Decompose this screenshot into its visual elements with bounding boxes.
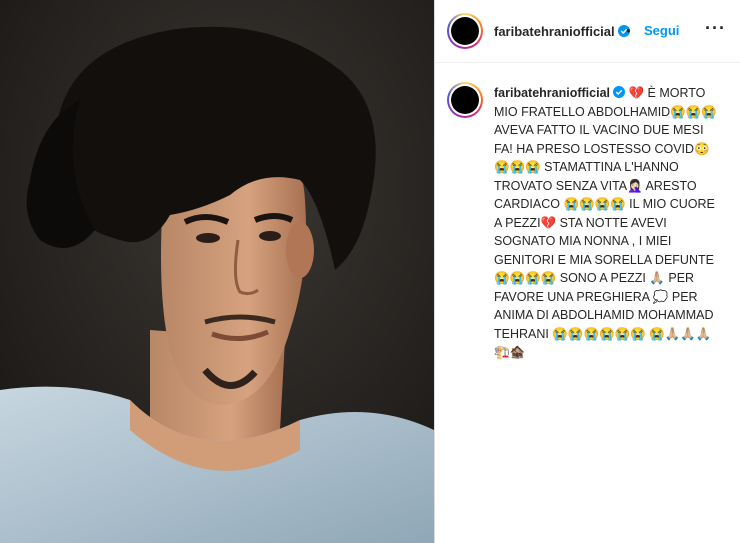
- post-header: faribatehraniofficial • Segui ···: [435, 0, 740, 63]
- caption-avatar[interactable]: [447, 82, 483, 118]
- caption-text: 💔 È MORTO MIO FRATELLO ABDOLHAMID😭😭😭 AVE…: [494, 86, 717, 359]
- post-sidebar: faribatehraniofficial • Segui ··· fariba…: [435, 0, 740, 543]
- post-timestamp[interactable]: 2 h: [494, 346, 510, 358]
- separator-dot: •: [626, 23, 631, 38]
- follow-button[interactable]: Segui: [644, 23, 679, 38]
- post-photo[interactable]: [0, 0, 434, 543]
- header-username[interactable]: faribatehraniofficial: [494, 24, 615, 39]
- more-options-icon[interactable]: ···: [705, 18, 726, 39]
- verified-badge-icon: [613, 86, 625, 98]
- post-caption: faribatehraniofficial 💔 È MORTO MIO FRAT…: [494, 84, 724, 362]
- caption-username[interactable]: faribatehraniofficial: [494, 86, 610, 100]
- avatar[interactable]: [447, 13, 483, 49]
- header-username-row: faribatehraniofficial: [494, 23, 630, 41]
